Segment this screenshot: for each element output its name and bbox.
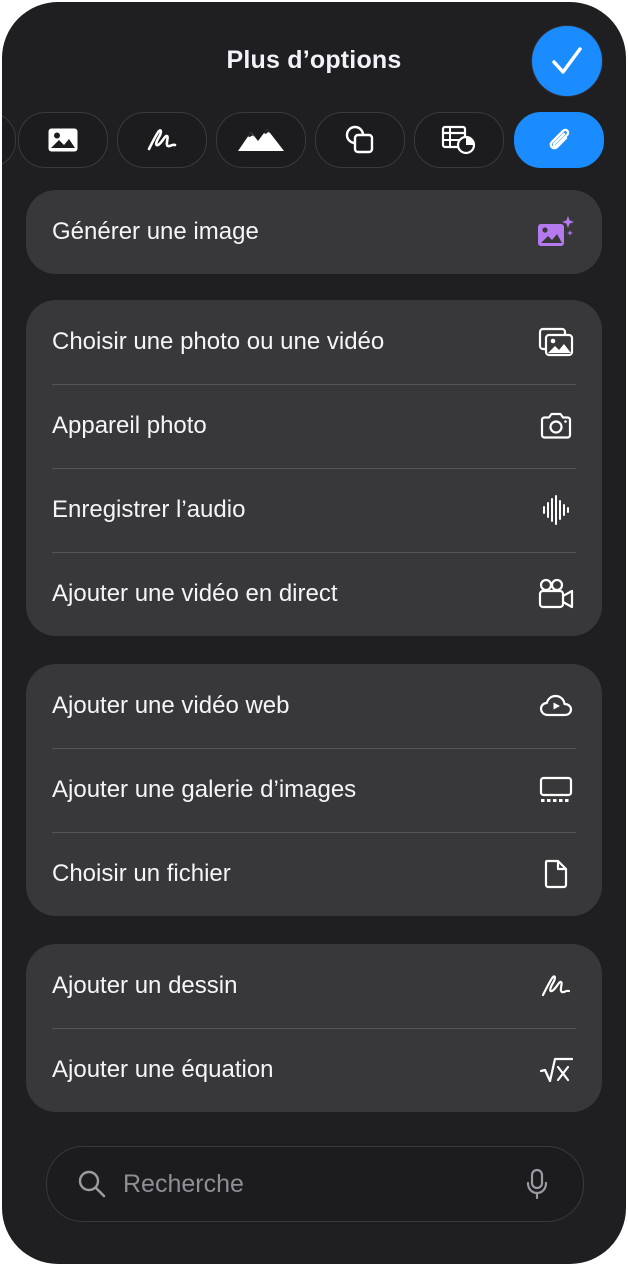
menu-item-add-drawing[interactable]: Ajouter un dessin [26,944,602,1028]
tab-partial[interactable] [2,112,16,168]
waveform-icon [536,490,576,530]
table-chart-icon [441,125,476,155]
photo-icon [48,128,78,152]
search-input[interactable]: Recherche [123,1170,525,1199]
menu-item-live-video[interactable]: Ajouter une vidéo en direct [26,552,602,636]
tab-shapes[interactable] [315,112,405,168]
menu-item-label: Ajouter une équation [52,1056,274,1083]
menu-item-label: Choisir une photo ou une vidéo [52,328,385,355]
tab-table-chart[interactable] [414,112,504,168]
menu-item-choose-file[interactable]: Choisir un fichier [26,832,602,916]
menu-item-label: Ajouter une vidéo web [52,692,290,719]
menu-item-web-video[interactable]: Ajouter une vidéo web [26,664,602,748]
menu-item-label: Ajouter une vidéo en direct [52,580,338,607]
menu-item-label: Générer une image [52,218,259,245]
cloud-play-icon [536,686,576,726]
shapes-icon [345,125,374,154]
menu-item-choose-photo-video[interactable]: Choisir une photo ou une vidéo [26,300,602,384]
insert-toolbar [2,112,626,168]
mountains-icon [238,129,284,151]
tab-photo[interactable] [18,112,108,168]
menu-item-label: Enregistrer l’audio [52,496,246,523]
search-bar[interactable]: Recherche [46,1146,584,1222]
menu-item-record-audio[interactable]: Enregistrer l’audio [26,468,602,552]
tab-media[interactable] [216,112,306,168]
tab-attachment[interactable] [514,112,604,168]
search-icon [78,1170,106,1198]
menu-item-camera[interactable]: Appareil photo [26,384,602,468]
file-icon [536,854,576,894]
gallery-icon [536,770,576,810]
done-button[interactable] [532,26,602,96]
square-root-icon [536,1050,576,1090]
options-sheet: Plus d’options Générer une image Choisir… [2,2,626,1264]
tab-drawing[interactable] [117,112,207,168]
scribble-icon [536,966,576,1006]
menu-group-media: Choisir une photo ou une vidéo Appareil … [26,300,602,636]
microphone-icon[interactable] [525,1168,549,1200]
photo-stack-icon [536,322,576,362]
menu-item-label: Ajouter une galerie d’images [52,776,357,803]
camera-icon [536,406,576,446]
menu-item-label: Choisir un fichier [52,860,231,887]
menu-group-web: Ajouter une vidéo web Ajouter une galeri… [26,664,602,916]
menu-item-label: Appareil photo [52,412,207,439]
menu-group-drawing: Ajouter un dessin Ajouter une équation [26,944,602,1112]
menu-item-add-equation[interactable]: Ajouter une équation [26,1028,602,1112]
menu-item-label: Ajouter un dessin [52,972,238,999]
menu-group-generate: Générer une image [26,190,602,274]
video-camera-icon [536,574,576,614]
image-sparkle-icon [536,212,576,252]
scribble-icon [147,129,177,151]
paperclip-icon [549,128,570,150]
menu-item-generate-image[interactable]: Générer une image [26,190,602,274]
menu-item-image-gallery[interactable]: Ajouter une galerie d’images [26,748,602,832]
checkmark-icon [552,47,582,74]
